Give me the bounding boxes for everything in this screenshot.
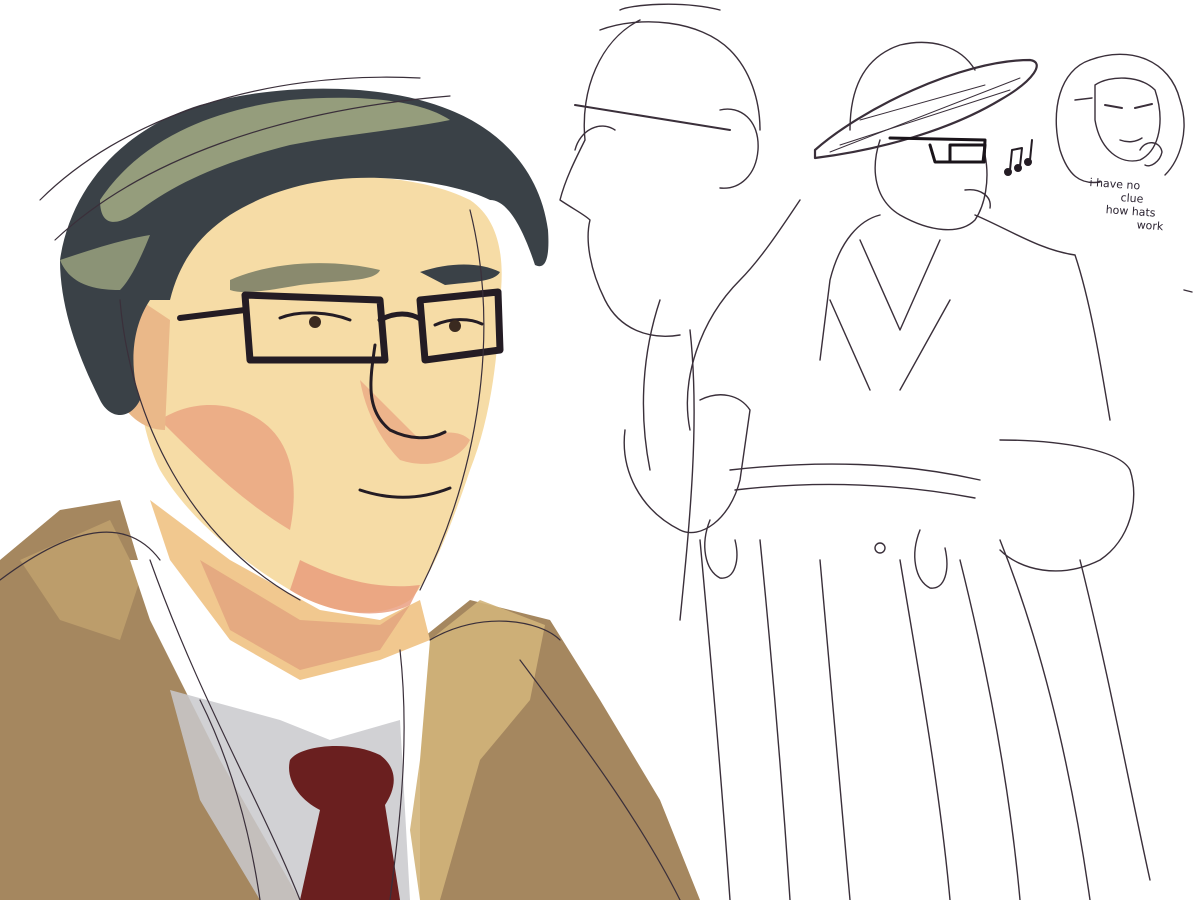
pupil-right (449, 320, 461, 332)
artwork-canvas (0, 0, 1200, 900)
pupil-left (309, 316, 321, 328)
handwritten-note: i have no clue how hats work (1086, 176, 1199, 236)
